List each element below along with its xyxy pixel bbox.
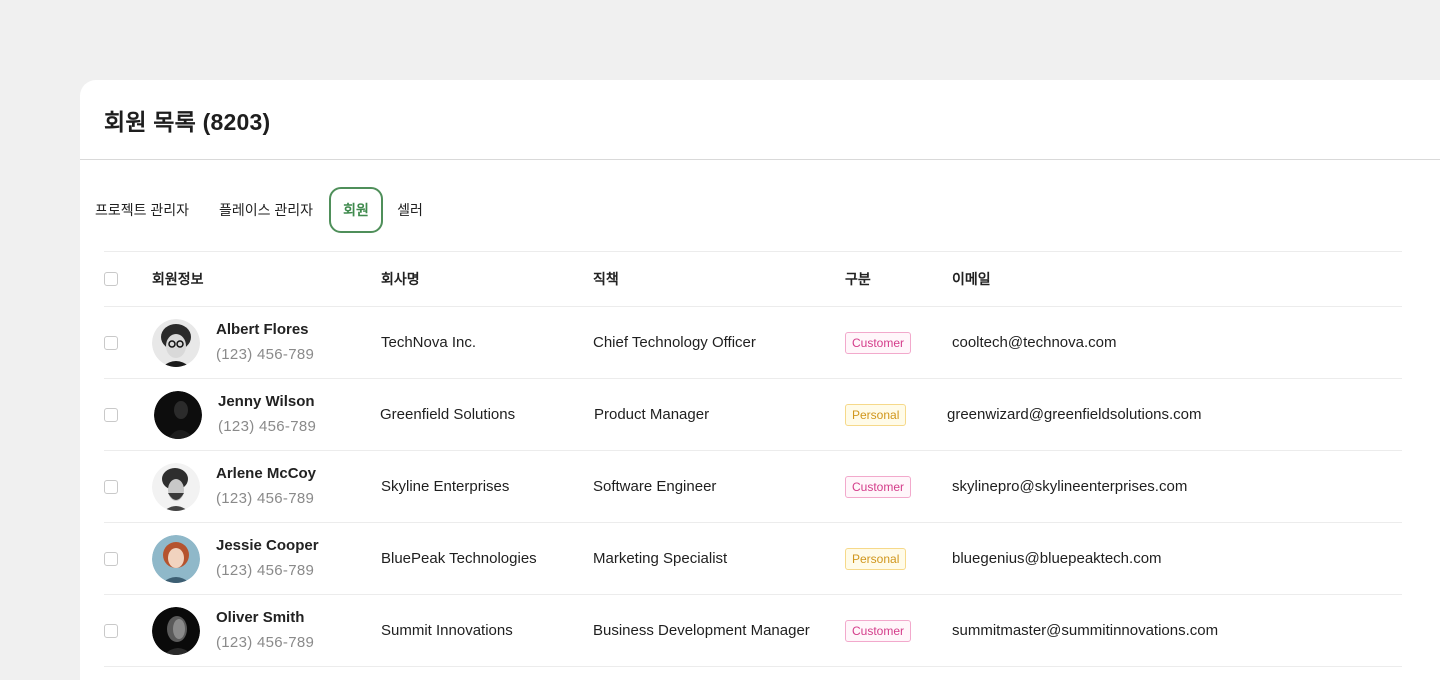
member-info-cell: Arlene McCoy (123) 456-789: [152, 451, 316, 522]
row-checkbox-cell: [104, 379, 118, 450]
company-cell: Greenfield Solutions: [380, 406, 516, 423]
company-cell: BluePeak Technologies: [381, 550, 537, 567]
avatar: [152, 606, 200, 655]
row-checkbox[interactable]: [104, 335, 118, 350]
category-cell: Customer: [845, 451, 912, 522]
member-details: Oliver Smith (123) 456-789: [216, 608, 314, 653]
member-info-cell: Oliver Smith (123) 456-789: [152, 595, 314, 666]
member-name: Arlene McCoy: [216, 465, 317, 482]
member-name: Jessie Cooper: [216, 537, 319, 554]
member-details: Jenny Wilson (123) 456-789: [218, 392, 316, 437]
row-checkbox-cell: [104, 595, 118, 666]
company-cell: Skyline Enterprises: [381, 478, 510, 495]
member-info-cell: Jenny Wilson (123) 456-789: [154, 379, 316, 450]
member-details: Albert Flores (123) 456-789: [216, 320, 314, 365]
email-cell: greenwizard@greenfieldsolutions.com: [947, 406, 1202, 423]
email-cell: cooltech@technova.com: [952, 334, 1117, 351]
page-title: 회원 목록 (8203): [104, 108, 271, 135]
avatar: [152, 462, 200, 511]
row-checkbox[interactable]: [104, 407, 118, 422]
member-details: Arlene McCoy (123) 456-789: [216, 464, 316, 509]
member-details: Jessie Cooper (123) 456-789: [216, 536, 319, 581]
category-cell: Personal: [845, 379, 907, 450]
position-cell: Business Development Manager: [593, 622, 810, 639]
email-cell: summitmaster@summitinnovations.com: [952, 622, 1219, 639]
email-cell: bluegenius@bluepeaktech.com: [952, 550, 1162, 567]
row-checkbox[interactable]: [104, 551, 118, 566]
member-phone: (123) 456-789: [216, 634, 315, 651]
position-cell: Marketing Specialist: [593, 550, 728, 567]
row-checkbox[interactable]: [104, 479, 118, 494]
tab-member[interactable]: 회원: [329, 187, 383, 233]
member-phone: (123) 456-789: [216, 490, 315, 507]
select-all-cell: [104, 252, 118, 306]
category-cell: Customer: [845, 595, 912, 666]
table-row[interactable]: Arlene McCoy (123) 456-789 Skyline Enter…: [104, 451, 1402, 523]
member-name: Jenny Wilson: [218, 393, 315, 410]
column-header-member-info[interactable]: 회원정보: [152, 252, 204, 306]
member-name: Albert Flores: [216, 321, 309, 338]
member-phone: (123) 456-789: [216, 346, 315, 363]
member-info-cell: Albert Flores (123) 456-789: [152, 307, 314, 378]
row-checkbox-cell: [104, 307, 118, 378]
category-badge: Personal: [845, 403, 907, 426]
category-cell: Personal: [845, 523, 907, 594]
row-checkbox[interactable]: [104, 623, 118, 638]
table-row[interactable]: Jessie Cooper (123) 456-789 BluePeak Tec…: [104, 523, 1402, 595]
column-header-email[interactable]: 이메일: [952, 252, 991, 306]
row-checkbox-cell: [104, 451, 118, 522]
member-phone: (123) 456-789: [218, 418, 317, 435]
category-badge: Personal: [845, 547, 907, 570]
member-phone: (123) 456-789: [216, 562, 315, 579]
category-badge: Customer: [845, 475, 912, 498]
email-cell: skylinepro@skylineenterprises.com: [952, 478, 1188, 495]
table-row[interactable]: Jenny Wilson (123) 456-789 Greenfield So…: [104, 379, 1402, 451]
column-header-position[interactable]: 직책: [593, 252, 619, 306]
position-cell: Software Engineer: [593, 478, 717, 495]
company-cell: Summit Innovations: [381, 622, 513, 639]
row-checkbox-cell: [104, 523, 118, 594]
position-cell: Product Manager: [594, 406, 710, 423]
table-row[interactable]: Oliver Smith (123) 456-789 Summit Innova…: [104, 595, 1402, 667]
table-header-row: 회원정보 회사명 직책 구분 이메일: [104, 252, 1402, 307]
avatar: [154, 390, 202, 439]
category-cell: Customer: [845, 307, 912, 378]
column-header-category[interactable]: 구분: [845, 252, 871, 306]
avatar: [152, 534, 200, 583]
member-name: Oliver Smith: [216, 609, 305, 626]
avatar: [152, 318, 200, 367]
member-table: 회원정보 회사명 직책 구분 이메일 Albert Flores (123) 4…: [104, 251, 1402, 667]
column-header-company[interactable]: 회사명: [381, 252, 420, 306]
tab-project-manager[interactable]: 프로젝트 관리자: [94, 187, 190, 233]
table-row[interactable]: Albert Flores (123) 456-789 TechNova Inc…: [104, 307, 1402, 379]
category-badge: Customer: [845, 619, 912, 642]
position-cell: Chief Technology Officer: [593, 334, 756, 351]
tab-seller[interactable]: 셀러: [396, 187, 424, 233]
panel-header: 회원 목록 (8203): [80, 80, 1440, 160]
tab-place-manager[interactable]: 플레이스 관리자: [218, 187, 314, 233]
member-info-cell: Jessie Cooper (123) 456-789: [152, 523, 319, 594]
select-all-checkbox[interactable]: [104, 272, 118, 286]
member-list-panel: 회원 목록 (8203) 프로젝트 관리자 플레이스 관리자 회원 셀러 회원정…: [80, 80, 1440, 680]
category-badge: Customer: [845, 331, 912, 354]
company-cell: TechNova Inc.: [381, 334, 477, 351]
